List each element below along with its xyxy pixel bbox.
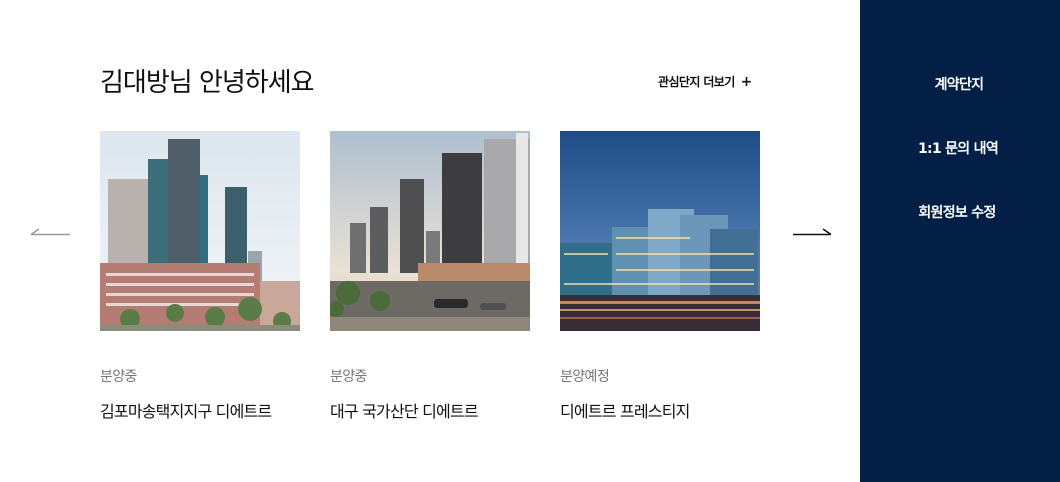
sidebar-item-inquiry-history[interactable]: 1:1 문의 내역 [858, 138, 1058, 158]
complex-thumbnail [100, 131, 300, 331]
sidebar-item-contract-complexes[interactable]: 계약단지 [859, 74, 1059, 94]
carousel-next-button[interactable] [792, 224, 832, 242]
complex-card[interactable]: 분양예정 디에트르 프레스티지 [560, 131, 760, 422]
complex-status: 분양예정 [560, 369, 610, 385]
carousel-prev-button[interactable] [30, 224, 70, 242]
complex-name: 대구 국가산단 디에트르 [330, 402, 479, 421]
main-content: 김대방님 안녕하세요 관심단지 더보기 + 분양중 김포마송택지지구 디에트르 … [0, 0, 860, 482]
complex-thumbnail [560, 131, 760, 331]
plus-icon: + [740, 73, 753, 90]
complex-name: 김포마송택지지구 디에트르 [100, 402, 272, 421]
arrow-left-icon [30, 228, 70, 236]
complex-status: 분양중 [100, 369, 137, 385]
complex-name: 디에트르 프레스티지 [560, 402, 690, 421]
arrow-right-icon [793, 228, 832, 236]
complex-card[interactable]: 분양중 대구 국가산단 디에트르 [330, 131, 530, 422]
greeting-title: 김대방님 안녕하세요 [100, 68, 315, 98]
sidebar-item-edit-profile[interactable]: 회원정보 수정 [857, 202, 1057, 222]
complex-status: 분양중 [330, 369, 367, 385]
complex-thumbnail [330, 131, 530, 331]
sidebar-menu: 계약단지 1:1 문의 내역 회원정보 수정 [860, 0, 1060, 482]
interest-complex-more-link[interactable]: 관심단지 더보기 + [658, 73, 752, 90]
complex-card[interactable]: 분양중 김포마송택지지구 디에트르 [100, 131, 300, 422]
more-link-label: 관심단지 더보기 [658, 75, 735, 89]
